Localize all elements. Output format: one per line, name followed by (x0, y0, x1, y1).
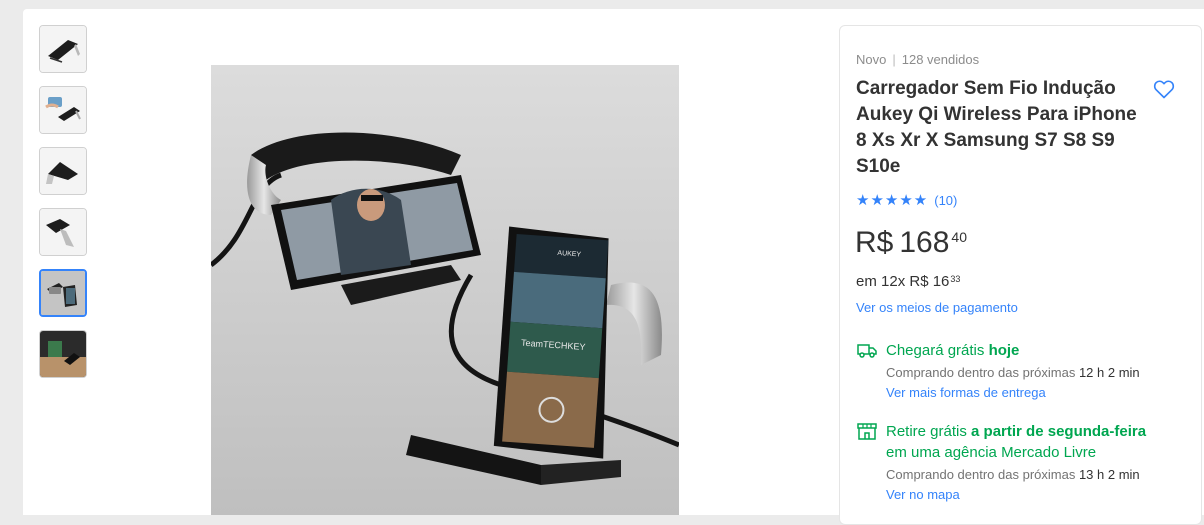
condition-label: Novo (856, 52, 887, 67)
meta-separator: | (892, 52, 896, 67)
thumbnail-3[interactable] (39, 147, 87, 195)
pickup-countdown-prefix: Comprando dentro das próximas (886, 467, 1079, 482)
delivery-info: Chegará grátis hoje Comprando dentro das… (856, 340, 1186, 402)
delivery-headline-strong: hoje (988, 342, 1020, 359)
thumbnail-5[interactable] (39, 269, 87, 317)
thumbnail-2[interactable] (39, 86, 87, 134)
price: R$ 168 40 (855, 226, 967, 260)
payment-methods-link[interactable]: Ver os meios de pagamento (856, 300, 1018, 315)
price-integer: 168 (899, 226, 950, 259)
desk-scene-thumb-icon (40, 331, 86, 377)
rating[interactable]: ★★★★★ (10) (856, 191, 957, 209)
sold-count: 128 vendidos (901, 52, 980, 67)
product-page: TeamTECHKEY AUKEY Novo | 128 vendidos Carr… (23, 9, 1204, 525)
pickup-headline-line2: em uma agência Mercado Livre (886, 444, 1097, 461)
see-on-map-link[interactable]: Ver no mapa (886, 487, 960, 502)
delivery-headline: Chegará grátis hoje (886, 340, 1019, 361)
phone-hand-thumb-icon (40, 87, 86, 133)
thumbnail-6[interactable] (39, 330, 87, 378)
pickup-countdown: Comprando dentro das próximas 13 h 2 min (886, 467, 1186, 482)
delivery-countdown-prefix: Comprando dentro das próximas (886, 365, 1079, 380)
truck-icon (857, 344, 877, 358)
delivery-countdown-time: 12 h 2 min (1078, 365, 1140, 380)
pickup-headline-prefix: Retire grátis (886, 423, 972, 440)
price-currency: R$ (855, 226, 894, 259)
product-title: Carregador Sem Fio Indução Aukey Qi Wire… (856, 78, 1137, 177)
pickup-info: Retire grátis a partir de segunda-feira … (856, 421, 1186, 504)
installments: em 12x R$ 16 33 (856, 273, 960, 290)
heart-icon (1153, 80, 1175, 99)
stand-side-thumb-icon (40, 209, 86, 255)
thumbnail-4[interactable] (39, 208, 87, 256)
price-cents: 40 (951, 229, 967, 245)
thumbnail-1[interactable] (39, 25, 87, 73)
store-icon (857, 423, 877, 440)
favorite-button[interactable] (1152, 77, 1176, 101)
delivery-headline-prefix: Chegará grátis (886, 342, 989, 359)
rating-stars-icon: ★★★★★ (856, 192, 929, 209)
product-meta: Novo | 128 vendidos (856, 52, 979, 67)
buy-box: Novo | 128 vendidos Carregador Sem Fio Ind… (839, 25, 1202, 525)
pickup-headline: Retire grátis a partir de segunda-feira … (886, 421, 1146, 463)
two-phones-thumb-icon (41, 271, 85, 315)
stand-silver-thumb-icon (40, 148, 86, 194)
installment-cents: 33 (950, 274, 961, 284)
thumbnail-list (39, 25, 87, 391)
delivery-countdown: Comprando dentro das próximas 12 h 2 min (886, 365, 1186, 380)
pickup-headline-strong: a partir de segunda-feira (971, 423, 1147, 440)
installment-text: em 12x R$ 16 (856, 273, 950, 290)
two-phones-on-chargers-icon: TeamTECHKEY AUKEY (211, 65, 679, 515)
pickup-countdown-time: 13 h 2 min (1078, 467, 1140, 482)
more-delivery-options-link[interactable]: Ver mais formas de entrega (886, 385, 1046, 400)
stand-black-thumb-icon (40, 26, 86, 72)
product-main-image[interactable]: TeamTECHKEY AUKEY (211, 65, 679, 515)
rating-count: (10) (934, 192, 958, 208)
